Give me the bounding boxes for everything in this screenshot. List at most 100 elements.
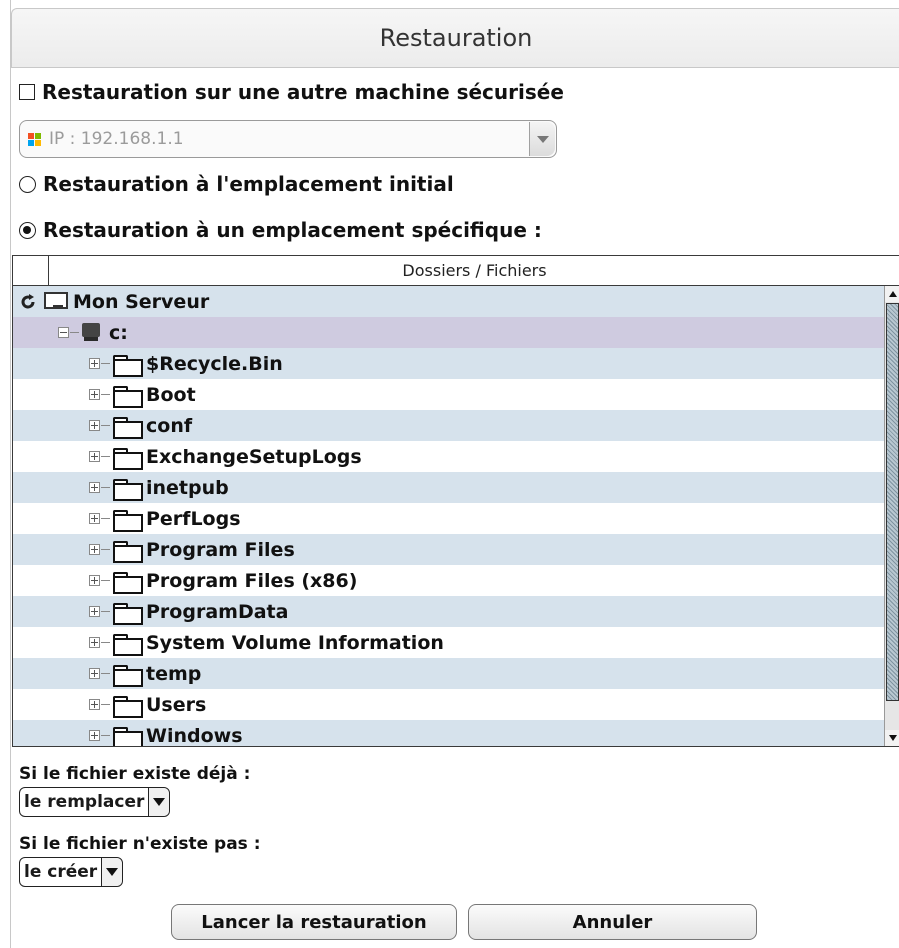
tree-folder-row[interactable]: Boot [13, 379, 884, 410]
ip-select-arrow[interactable] [529, 122, 555, 156]
other-machine-option[interactable]: Restauration sur une autre machine sécur… [19, 80, 564, 104]
tree-folder-row[interactable]: Program Files (x86) [13, 565, 884, 596]
restore-dialog: Restauration Restauration sur une autre … [10, 0, 899, 948]
tree-header: Dossiers / Fichiers [13, 256, 899, 286]
folder-label: ExchangeSetupLogs [146, 445, 362, 468]
tree-connector [101, 456, 110, 457]
chevron-down-icon [106, 868, 119, 876]
tree-connector [70, 332, 79, 333]
folder-icon [112, 695, 143, 718]
expand-icon[interactable] [89, 575, 100, 586]
other-machine-checkbox[interactable] [19, 84, 35, 100]
expand-icon[interactable] [89, 606, 100, 617]
tree-connector [101, 611, 110, 612]
expand-icon[interactable] [89, 544, 100, 555]
arrow-down-icon [888, 735, 897, 741]
arrow-up-icon [888, 291, 897, 297]
chevron-down-icon [153, 798, 166, 806]
if-exists-arrow[interactable] [149, 788, 170, 816]
ip-select[interactable]: IP : 192.168.1.1 [19, 120, 557, 158]
expand-icon[interactable] [89, 668, 100, 679]
specific-location-label: Restauration à un emplacement spécifique… [43, 218, 542, 242]
folder-icon [112, 509, 143, 532]
folder-tree[interactable]: Dossiers / Fichiers Mon Serveur c: $Recy… [12, 255, 899, 747]
if-exists-select[interactable]: le remplacer [19, 787, 171, 817]
ip-select-value: IP : 192.168.1.1 [49, 129, 184, 149]
other-machine-label: Restauration sur une autre machine sécur… [42, 80, 564, 104]
tree-folder-row[interactable]: Users [13, 689, 884, 720]
folder-icon [112, 664, 143, 687]
expand-icon[interactable] [89, 451, 100, 462]
expand-icon[interactable] [89, 358, 100, 369]
expand-icon[interactable] [89, 420, 100, 431]
folder-icon [112, 571, 143, 594]
collapse-icon[interactable] [58, 327, 69, 338]
tree-column-header[interactable]: Dossiers / Fichiers [49, 256, 899, 285]
folder-label: temp [146, 662, 202, 685]
expand-icon[interactable] [89, 389, 100, 400]
tree-connector [101, 487, 110, 488]
tree-scrollbar[interactable] [884, 286, 899, 746]
cancel-button[interactable]: Annuler [468, 904, 757, 940]
specific-location-option[interactable]: Restauration à un emplacement spécifique… [19, 218, 542, 242]
scrollbar-thumb[interactable] [886, 303, 899, 701]
tree-folder-row[interactable]: $Recycle.Bin [13, 348, 884, 379]
refresh-icon[interactable] [17, 291, 39, 313]
expand-icon[interactable] [89, 513, 100, 524]
tree-folder-row[interactable]: Windows [13, 720, 884, 747]
tree-folder-row[interactable]: System Volume Information [13, 627, 884, 658]
if-exists-label: Si le fichier existe déjà : [19, 764, 251, 784]
start-restore-button[interactable]: Lancer la restauration [171, 904, 457, 940]
tree-connector [101, 425, 110, 426]
tree-connector [101, 518, 110, 519]
chevron-down-icon [536, 135, 549, 143]
specific-location-radio[interactable] [19, 221, 36, 239]
folder-icon [112, 602, 143, 625]
tree-body[interactable]: Mon Serveur c: $Recycle.Bin Boot conf Ex… [13, 286, 899, 746]
tree-connector [101, 673, 110, 674]
tree-folder-row[interactable]: Program Files [13, 534, 884, 565]
scroll-up-button[interactable] [885, 286, 899, 302]
tree-connector [101, 735, 110, 736]
initial-location-radio[interactable] [19, 175, 36, 193]
folder-label: Users [146, 693, 207, 716]
tree-folder-row[interactable]: ProgramData [13, 596, 884, 627]
tree-connector [101, 363, 110, 364]
computer-icon [43, 291, 68, 313]
if-not-exists-value: le créer [20, 858, 103, 886]
initial-location-option[interactable]: Restauration à l'emplacement initial [19, 172, 454, 196]
folder-label: conf [146, 414, 193, 437]
expand-icon[interactable] [89, 730, 100, 741]
folder-icon [112, 447, 143, 470]
tree-root-row[interactable]: Mon Serveur [13, 286, 884, 317]
if-not-exists-label: Si le fichier n'existe pas : [19, 834, 261, 854]
tree-connector [101, 549, 110, 550]
tree-folder-row[interactable]: ExchangeSetupLogs [13, 441, 884, 472]
expand-icon[interactable] [89, 699, 100, 710]
if-exists-value: le remplacer [20, 788, 150, 816]
tree-folder-row[interactable]: conf [13, 410, 884, 441]
expand-icon[interactable] [89, 637, 100, 648]
windows-logo-icon [28, 132, 41, 146]
tree-folder-row[interactable]: inetpub [13, 472, 884, 503]
folder-label: PerfLogs [146, 507, 241, 530]
expand-icon[interactable] [89, 482, 100, 493]
dialog-title-bar: Restauration [11, 8, 899, 68]
if-not-exists-select[interactable]: le créer [19, 857, 124, 887]
folder-label: inetpub [146, 476, 229, 499]
folder-icon [112, 633, 143, 656]
ip-select-field[interactable]: IP : 192.168.1.1 [20, 129, 529, 149]
folder-label: Windows [146, 724, 243, 747]
if-not-exists-arrow[interactable] [102, 858, 123, 886]
folder-icon [112, 478, 143, 501]
folder-label: Boot [146, 383, 196, 406]
initial-location-label: Restauration à l'emplacement initial [43, 172, 454, 196]
tree-drive-row[interactable]: c: [13, 317, 884, 348]
folder-label: System Volume Information [146, 631, 444, 654]
folder-icon [112, 385, 143, 408]
tree-folder-row[interactable]: PerfLogs [13, 503, 884, 534]
drive-icon [81, 322, 103, 344]
scroll-down-button[interactable] [885, 730, 899, 746]
tree-connector [101, 580, 110, 581]
tree-folder-row[interactable]: temp [13, 658, 884, 689]
